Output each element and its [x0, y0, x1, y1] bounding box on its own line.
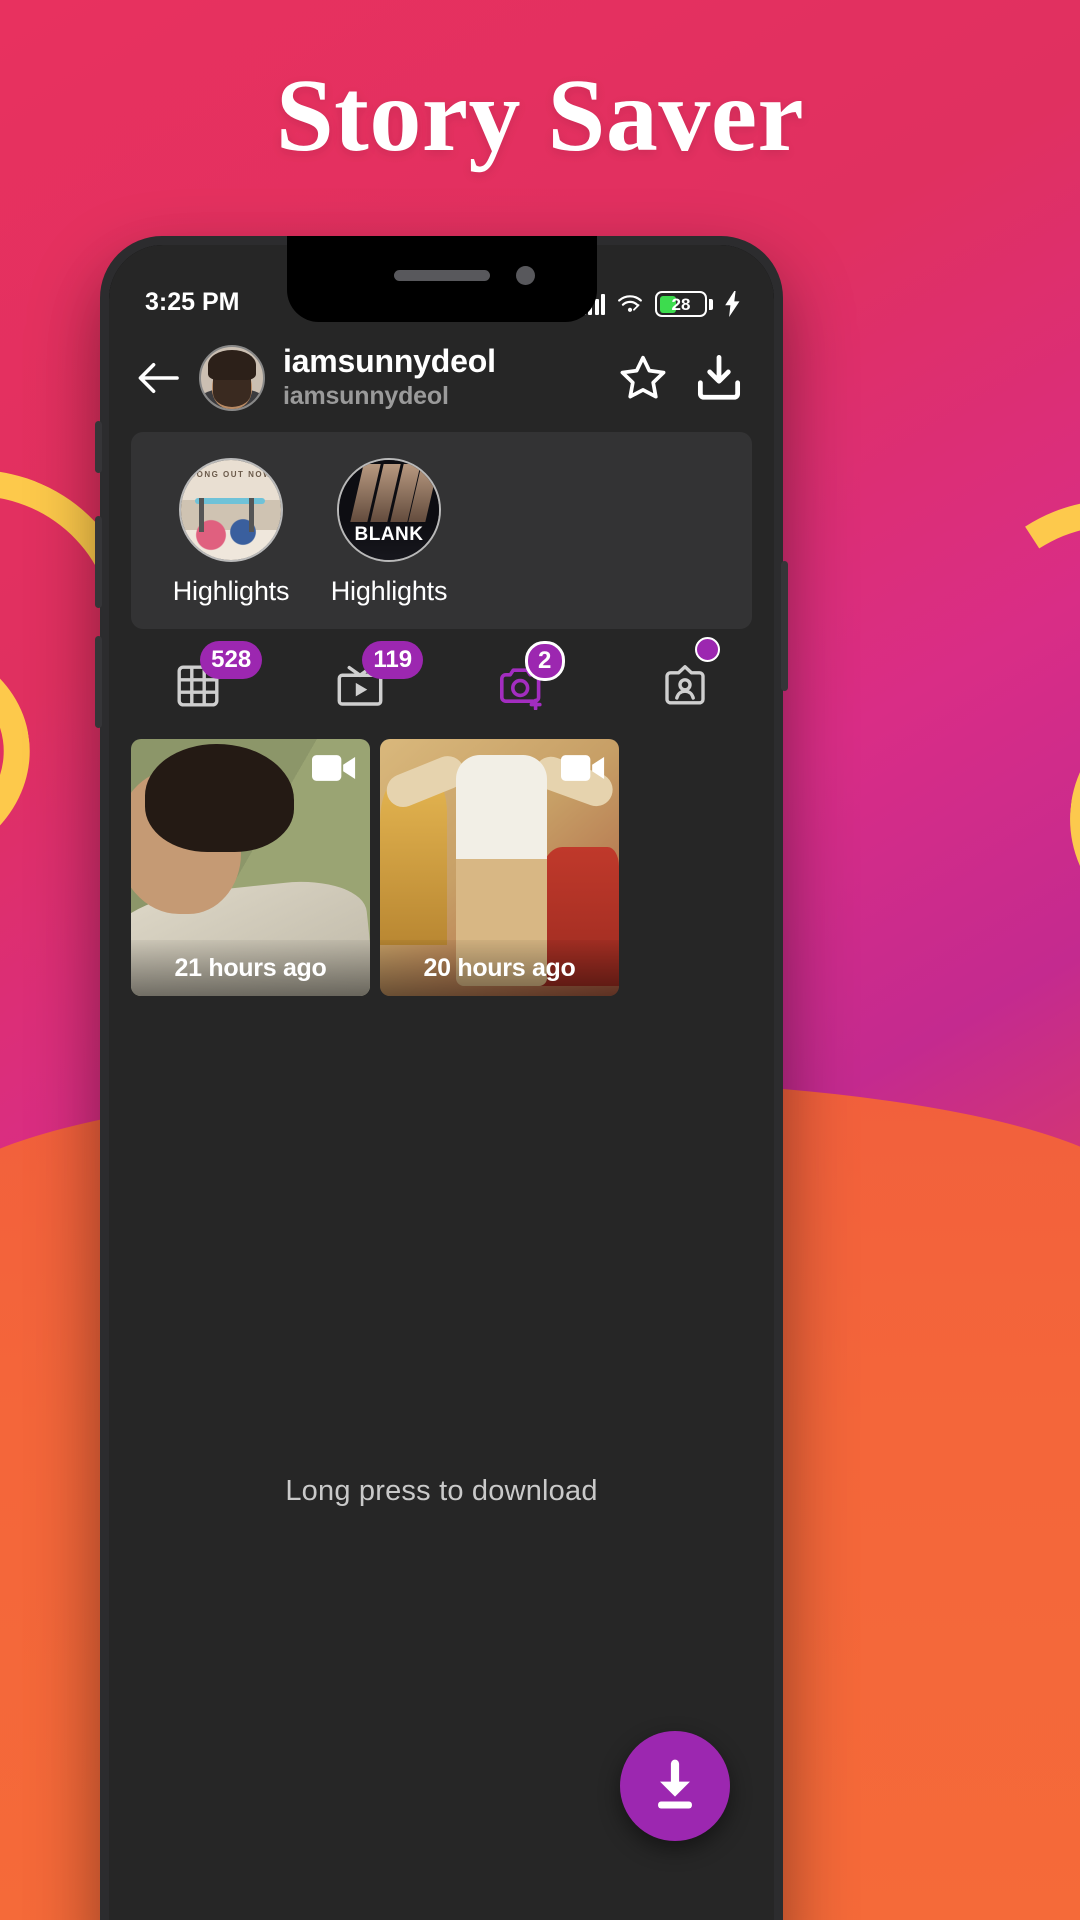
download-fab-button[interactable] [620, 1731, 730, 1841]
battery-percent: 28 [671, 294, 691, 314]
media-item[interactable]: 21 hours ago [131, 739, 370, 997]
back-arrow-icon[interactable] [135, 355, 181, 401]
tab-igtv[interactable]: 119 [279, 641, 441, 715]
tab-bar: 528 119 2 [109, 629, 774, 733]
tv-play-icon: 119 [328, 641, 424, 715]
tab-posts[interactable]: 528 [117, 641, 279, 715]
media-timestamp: 20 hours ago [380, 940, 619, 997]
status-time: 3:25 PM [145, 288, 240, 316]
tab-badge-stories: 2 [524, 641, 565, 682]
media-grid: 21 hours ago 20 hours ago [109, 733, 774, 997]
phone-screen: 3:25 PM 28 iamsunnydeol iamsunnydeol SON… [109, 245, 774, 1920]
username-label: iamsunnydeol [283, 343, 496, 379]
grid-icon: 528 [166, 641, 263, 715]
profile-names: iamsunnydeol iamsunnydeol [283, 343, 596, 412]
page-title: Story Saver [275, 58, 805, 173]
app-screen: 3:25 PM 28 iamsunnydeol iamsunnydeol SON… [109, 245, 774, 1920]
video-icon [561, 755, 605, 782]
profile-card-icon [653, 637, 720, 715]
tab-badge-posts: 528 [200, 641, 263, 680]
highlight-cover-caption: SONG OUT NOW [189, 470, 273, 480]
status-icons: 28 [581, 291, 747, 317]
phone-volume-down-button [95, 636, 102, 728]
charging-bolt-icon [725, 291, 740, 317]
tab-tagged[interactable] [604, 637, 766, 715]
phone-volume-up-button [95, 516, 102, 608]
highlight-cover: BLANK [337, 458, 441, 563]
highlight-cover-caption: BLANK [354, 524, 424, 546]
phone-front-camera [515, 266, 535, 285]
tab-stories[interactable]: 2 [442, 641, 604, 715]
media-timestamp: 21 hours ago [131, 940, 370, 997]
media-item[interactable]: 20 hours ago [380, 739, 619, 997]
phone-power-button [781, 561, 788, 691]
fullname-label: iamsunnydeol [283, 381, 449, 410]
video-icon [312, 755, 356, 782]
camera-plus-icon: 2 [491, 641, 565, 715]
phone-earpiece [393, 270, 490, 281]
highlight-item[interactable]: BLANK Highlights [315, 458, 463, 607]
highlight-cover: SONG OUT NOW [179, 458, 283, 563]
wifi-icon [618, 295, 642, 312]
app-header: iamsunnydeol iamsunnydeol [109, 327, 774, 432]
highlight-item[interactable]: SONG OUT NOW Highlights [157, 458, 305, 607]
phone-mockup: 3:25 PM 28 iamsunnydeol iamsunnydeol SON… [95, 236, 788, 1920]
tab-badge-igtv: 119 [362, 641, 424, 680]
highlight-label: Highlights [172, 576, 290, 607]
tab-badge-tagged [694, 637, 720, 663]
avatar[interactable] [199, 344, 265, 411]
battery-icon: 28 [655, 291, 713, 317]
highlight-label: Highlights [330, 576, 448, 607]
swirl-decoration-right-top [919, 469, 1080, 861]
download-icon [658, 1759, 692, 1809]
phone-mute-button [95, 421, 102, 473]
download-icon[interactable] [690, 349, 748, 407]
star-icon[interactable] [614, 349, 672, 407]
highlights-row: SONG OUT NOW Highlights BLANK Highlights [131, 432, 752, 630]
